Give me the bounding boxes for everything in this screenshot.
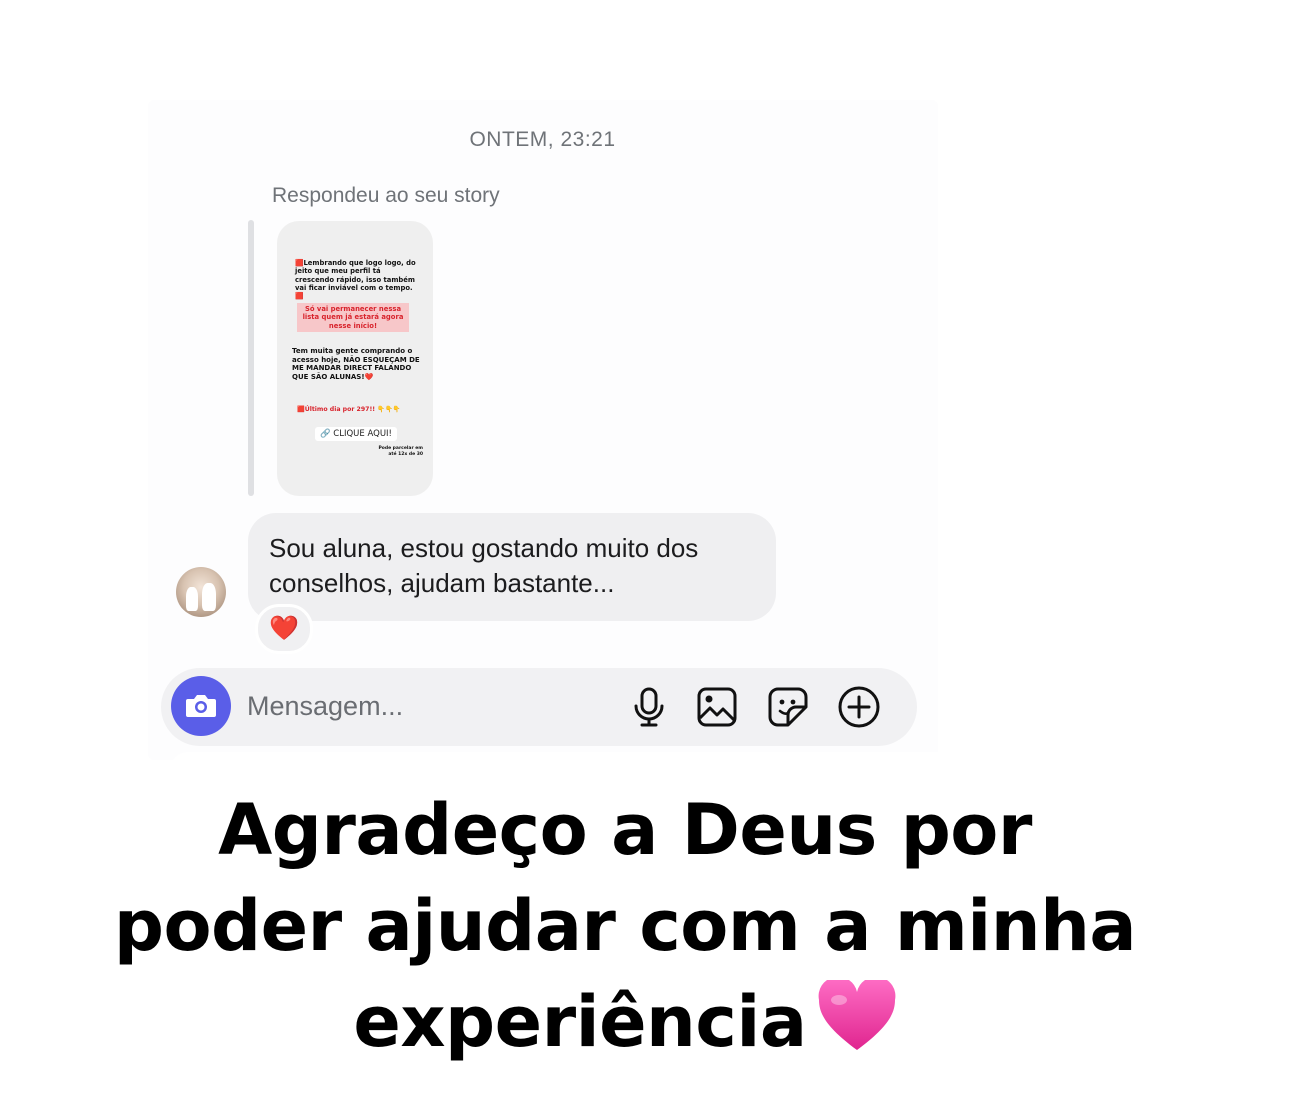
pink-heart-icon [817, 976, 897, 1078]
message-input[interactable] [247, 688, 587, 724]
gallery-icon [697, 687, 737, 727]
microphone-button[interactable] [627, 685, 671, 729]
link-icon: 🔗 [320, 429, 331, 439]
sticker-icon [768, 687, 808, 727]
message-bubble[interactable]: Sou aluna, estou gostando muito dos cons… [248, 513, 776, 621]
story-cta-label: CLIQUE AQUI! [333, 429, 392, 439]
microphone-icon [634, 687, 664, 727]
caption-text: Agradeço a Deus por poder ajudar com a m… [0, 782, 1250, 1078]
story-text-body: Tem muita gente comprando o acesso hoje,… [292, 347, 420, 381]
message-composer [161, 668, 917, 746]
story-text-intro: 🟥Lembrando que logo logo, do jeito que m… [295, 259, 416, 301]
story-text-offer: 🟥Último dia por 297!! 👇👇👇 [297, 406, 401, 413]
heart-reaction-icon[interactable]: ❤️ [255, 604, 313, 654]
story-text-highlight: Só vai permanecer nessa lista quem já es… [297, 303, 409, 332]
story-footnote: Pode parcelar em até 12x de 30 [378, 446, 423, 457]
gallery-button[interactable] [695, 685, 739, 729]
camera-icon [186, 695, 216, 717]
story-preview[interactable]: 🟥Lembrando que logo logo, do jeito que m… [277, 221, 433, 496]
caption-line-3: experiência [0, 974, 1250, 1078]
more-actions-button[interactable] [837, 685, 881, 729]
message-timestamp: ONTEM, 23:21 [469, 128, 616, 151]
caption-line-2: poder ajudar com a minha [113, 885, 1137, 967]
story-cta-sticker: 🔗 CLIQUE AQUI! [315, 427, 397, 441]
caption-line-3-text: experiência [353, 981, 807, 1063]
reply-indicator-line [248, 220, 254, 496]
story-reply-label: Respondeu ao seu story [272, 184, 500, 207]
caption-line-1: Agradeço a Deus por [218, 789, 1032, 871]
sticker-button[interactable] [766, 685, 810, 729]
message-text: Sou aluna, estou gostando muito dos cons… [269, 533, 699, 598]
plus-icon [838, 686, 880, 728]
camera-button[interactable] [171, 676, 231, 736]
chat-panel [148, 100, 938, 760]
avatar[interactable] [176, 567, 226, 617]
